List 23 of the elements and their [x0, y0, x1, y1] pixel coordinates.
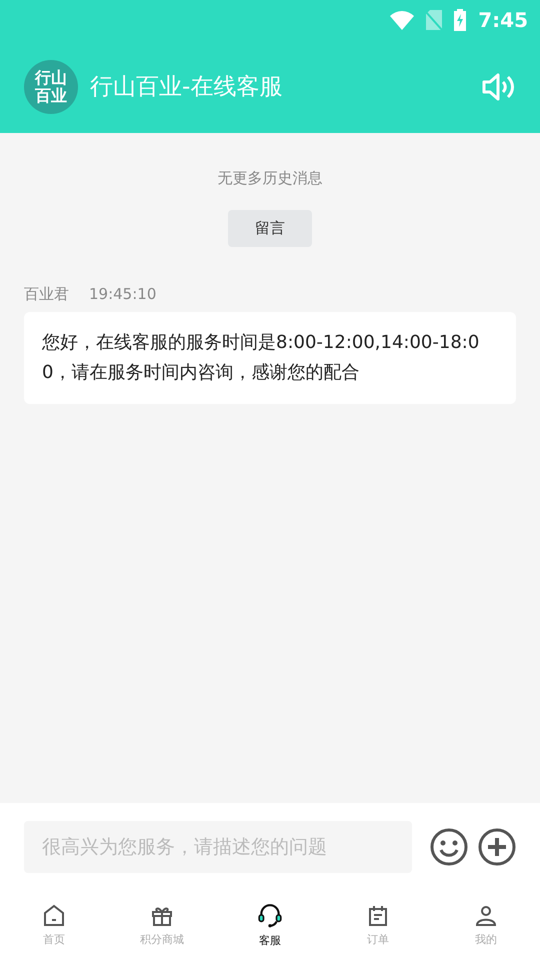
headset-icon	[257, 902, 283, 928]
message-input[interactable]: 很高兴为您服务，请描述您的问题	[24, 820, 412, 872]
message-bubble: 您好，在线客服的服务时间是8:00-12:00,14:00-18:00，请在服务时间内咨询，感谢您的配合	[24, 312, 516, 404]
home-icon	[42, 904, 66, 928]
app-logo: 行山 百业	[24, 60, 78, 114]
nav-tab[interactable]: 首页	[0, 890, 108, 960]
sender-name: 百业君	[24, 285, 69, 304]
nav-tab[interactable]: 我的	[432, 890, 540, 960]
nav-tab[interactable]: 积分商城	[108, 890, 216, 960]
battery-icon	[454, 9, 466, 31]
no-sim-icon	[426, 10, 442, 30]
wifi-icon	[390, 10, 414, 30]
nav-tab[interactable]: 订单	[324, 890, 432, 960]
emoji-icon[interactable]	[430, 828, 468, 866]
status-time: 7:45	[478, 8, 528, 32]
page-title: 行山百业-在线客服	[90, 73, 284, 102]
person-icon	[474, 904, 498, 928]
history-note: 无更多历史消息	[218, 169, 322, 188]
message-time: 19:45:10	[89, 285, 156, 304]
leave-message-button[interactable]: 留言	[228, 210, 312, 247]
nav-tab[interactable]: 客服	[216, 890, 324, 960]
add-icon[interactable]	[478, 828, 516, 866]
clipboard-icon	[366, 904, 390, 928]
